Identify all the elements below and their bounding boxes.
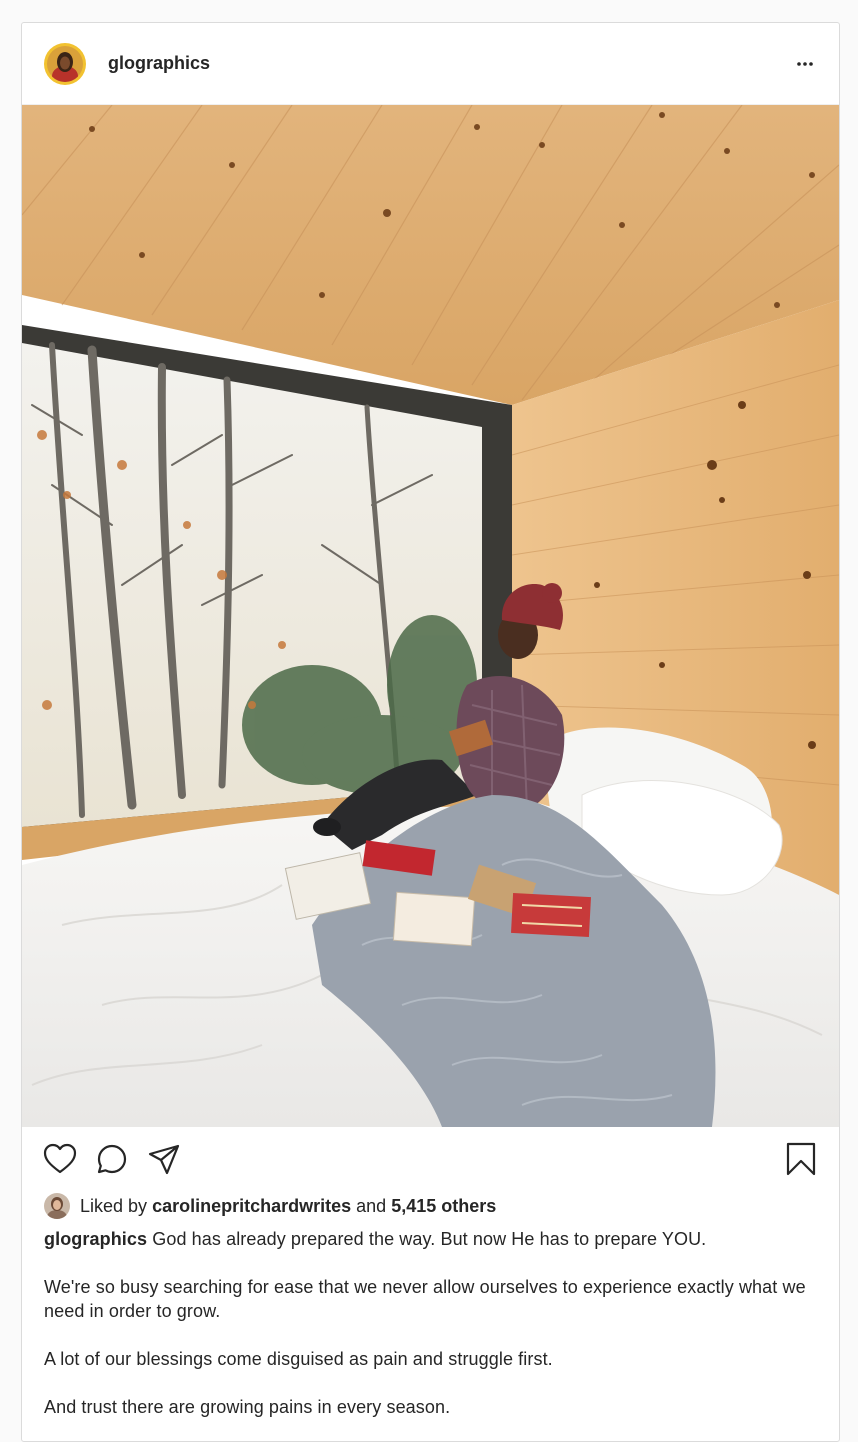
caption-first-text: God has already prepared the way. But no… <box>152 1229 707 1249</box>
bookmark-icon <box>786 1142 816 1176</box>
ellipsis-icon <box>797 61 813 66</box>
share-button[interactable] <box>146 1141 182 1177</box>
likes-summary: Liked by carolinepritchardwrites and 5,4… <box>22 1191 839 1221</box>
user-avatar[interactable] <box>44 42 86 85</box>
caption-paragraph: And trust there are growing pains in eve… <box>44 1397 451 1417</box>
liked-others-link[interactable]: 5,415 others <box>391 1196 496 1217</box>
paper-plane-icon <box>148 1144 180 1175</box>
liked-and-text: and <box>356 1195 387 1216</box>
post-photo[interactable] <box>22 105 839 1127</box>
post-actions <box>22 1127 839 1191</box>
avatar-image <box>47 45 83 82</box>
liker-avatar[interactable] <box>44 1193 70 1219</box>
caption-username[interactable]: glographics <box>44 1229 147 1249</box>
post-username[interactable]: glographics <box>108 53 793 74</box>
caption-paragraph: A lot of our blessings come disguised as… <box>44 1349 553 1369</box>
more-options-button[interactable] <box>793 52 817 76</box>
post-caption: glographics God has already prepared the… <box>22 1221 839 1419</box>
caption-first-paragraph: glographics God has already prepared the… <box>44 1227 817 1251</box>
comment-icon <box>97 1144 127 1174</box>
caption-paragraph: We're so busy searching for ease that we… <box>44 1277 806 1321</box>
heart-icon <box>43 1143 77 1174</box>
comment-button[interactable] <box>94 1141 130 1177</box>
save-button[interactable] <box>783 1141 819 1177</box>
liked-by-prefix: Liked by <box>80 1195 148 1216</box>
post-header: glographics <box>22 23 839 105</box>
like-button[interactable] <box>42 1141 78 1177</box>
instagram-post: glographics Liked by carolinepritchardwr… <box>21 22 840 1442</box>
liked-by-user-link[interactable]: carolinepritchardwrites <box>152 1196 351 1217</box>
